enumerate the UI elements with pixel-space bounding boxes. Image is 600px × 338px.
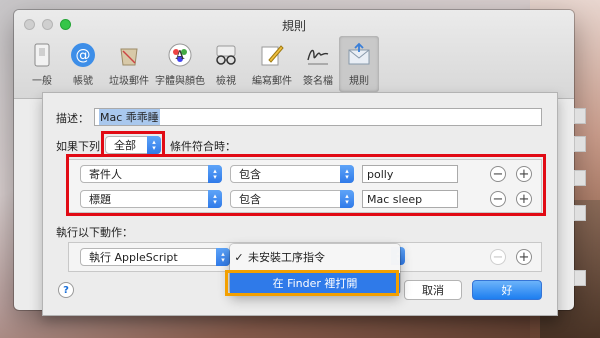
toolbar-label: 帳號	[73, 76, 93, 87]
toolbar-item-rules[interactable]: 規則	[339, 36, 379, 92]
toolbar-item-viewing[interactable]: 檢視	[206, 36, 246, 92]
description-value: Mac 乖乖睡	[99, 109, 160, 125]
cancel-button[interactable]: 取消	[404, 280, 462, 300]
help-button[interactable]: ?	[58, 282, 74, 298]
preferences-toolbar: 一般 @ 帳號 垃圾郵件 A 字體與顏色 檢視 編寫郵件 簽名檔 規則	[22, 36, 380, 92]
actions-label: 執行以下動作：	[56, 226, 133, 239]
background-list-edge	[574, 205, 586, 221]
remove-action-button[interactable]: −	[490, 249, 506, 265]
description-field[interactable]: Mac 乖乖睡	[94, 108, 542, 126]
menu-item-not-installed[interactable]: ✓ 未安裝工序指令	[230, 247, 400, 267]
svg-text:A: A	[175, 48, 185, 62]
ok-label: 好	[501, 284, 513, 297]
conditions-suffix-row: 條件符合時：	[170, 138, 236, 154]
fonts-colors-icon: A	[167, 42, 193, 68]
cancel-label: 取消	[422, 284, 444, 297]
toolbar-label: 字體與顏色	[155, 76, 205, 87]
signature-icon	[305, 42, 331, 68]
toolbar-label: 垃圾郵件	[109, 76, 149, 87]
toolbar-label: 規則	[349, 76, 369, 87]
compose-icon	[259, 42, 285, 68]
background-list-edge	[574, 170, 586, 186]
add-action-button[interactable]: +	[516, 249, 532, 265]
if-label-row: 如果下列	[56, 138, 100, 154]
toolbar-label: 檢視	[216, 76, 236, 87]
toolbar-item-signatures[interactable]: 簽名檔	[298, 36, 338, 92]
toolbar-item-composing[interactable]: 編寫郵件	[247, 36, 297, 92]
junk-mail-icon	[116, 42, 142, 68]
background-list-edge	[574, 108, 586, 124]
at-icon: @	[70, 42, 96, 68]
toolbar-item-junk-mail[interactable]: 垃圾郵件	[104, 36, 154, 92]
description-label: 描述：	[56, 112, 89, 125]
action-type: 執行 AppleScript	[89, 251, 178, 264]
action-type-popup[interactable]: 執行 AppleScript ▴ ▾	[80, 248, 230, 266]
highlight-conditions-box	[66, 154, 546, 216]
menu-item-label: 未安裝工序指令	[248, 251, 325, 264]
glasses-icon	[213, 42, 239, 68]
general-icon	[29, 42, 55, 68]
highlight-finder-box	[225, 270, 399, 296]
title-bar: 規則 一般 @ 帳號 垃圾郵件 A 字體與顏色 檢視 編寫郵件 簽名檔 規則	[14, 10, 574, 99]
toolbar-item-fonts-colors[interactable]: A 字體與顏色	[155, 36, 205, 92]
conditions-suffix: 條件符合時：	[170, 140, 236, 153]
toolbar-item-accounts[interactable]: @ 帳號	[63, 36, 103, 92]
background-list-edge	[574, 136, 586, 152]
toolbar-label: 編寫郵件	[252, 76, 292, 87]
svg-text:@: @	[76, 46, 91, 64]
popup-arrows-icon: ▴▾	[216, 248, 230, 266]
toolbar-label: 一般	[32, 76, 52, 87]
if-label: 如果下列	[56, 140, 100, 153]
rules-icon	[346, 42, 372, 68]
background-list-edge	[574, 270, 586, 286]
toolbar-label: 簽名檔	[303, 76, 333, 87]
window-title: 規則	[281, 19, 306, 33]
toolbar-item-general[interactable]: 一般	[22, 36, 62, 92]
checkmark-icon: ✓	[234, 250, 244, 264]
ok-button[interactable]: 好	[472, 280, 542, 300]
actions-label-row: 執行以下動作：	[56, 224, 133, 240]
help-label: ?	[63, 284, 69, 296]
description-row: 描述：	[56, 110, 89, 126]
